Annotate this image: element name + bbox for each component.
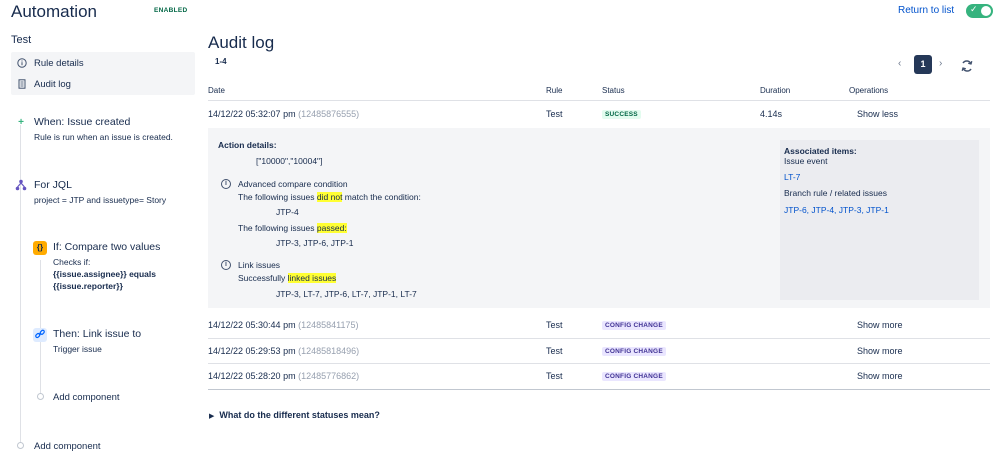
step-title: For JQL — [34, 179, 72, 191]
return-to-list-link[interactable]: Return to list — [898, 5, 954, 16]
row-date: 14/12/22 05:28:20 pm (12485776862) — [208, 371, 360, 381]
link-icon — [33, 328, 47, 342]
status-badge: CONFIG CHANGE — [602, 372, 666, 381]
rule-name: Test — [11, 34, 32, 46]
step-title: If: Compare two values — [53, 241, 161, 253]
column-header-status: Status — [602, 86, 625, 95]
header-divider — [208, 100, 990, 101]
row-rule: Test — [546, 109, 563, 119]
show-more-button[interactable]: Show more — [857, 346, 903, 356]
row-rule: Test — [546, 371, 563, 381]
compare-pass-message: The following issues passed: — [238, 223, 347, 233]
compare-condition-title: Advanced compare condition — [238, 179, 348, 189]
step-description: {{issue.reporter}} — [53, 281, 123, 291]
action-details-label: Action details: — [218, 140, 277, 150]
sidebar-nav: Rule details Audit log — [11, 52, 195, 95]
link-issues-message: Successfully linked issues — [238, 273, 337, 283]
condition-icon: {} — [33, 241, 47, 255]
row-date: 14/12/22 05:30:44 pm (12485841175) — [208, 320, 359, 330]
step-description: project = JTP and issuetype= Story — [34, 195, 167, 205]
associated-branch-label: Branch rule / related issues — [784, 188, 887, 198]
row-date: 14/12/22 05:29:53 pm (12485818496) — [208, 346, 360, 356]
add-component-dot — [17, 442, 24, 449]
results-range: 1-4 — [215, 57, 227, 66]
table-bottom-divider — [208, 389, 990, 390]
status-badge: CONFIG CHANGE — [602, 321, 666, 330]
chevron-right-icon[interactable]: › — [939, 58, 942, 69]
statuses-help-label: What do the different statuses mean? — [219, 410, 380, 420]
statuses-help-expander[interactable]: ▶ What do the different statuses mean? — [209, 410, 380, 420]
chevron-right-icon: ▶ — [209, 413, 215, 420]
add-component-dot — [37, 393, 44, 400]
step-description: {{issue.assignee}} equals — [53, 269, 157, 279]
compare-pass-issues: JTP-3, JTP-6, JTP-1 — [276, 238, 354, 248]
associated-items-title: Associated items: — [784, 146, 857, 156]
action-details-values: ["10000","10004"] — [256, 156, 323, 166]
column-header-duration: Duration — [760, 86, 791, 95]
show-more-button[interactable]: Show more — [857, 371, 903, 381]
column-header-date: Date — [208, 86, 225, 95]
compare-fail-issues: JTP-4 — [276, 207, 299, 217]
show-more-button[interactable]: Show more — [857, 320, 903, 330]
plus-icon: + — [18, 117, 24, 128]
info-icon: i — [221, 260, 231, 270]
info-icon — [17, 58, 27, 68]
row-rule: Test — [546, 346, 563, 356]
row-rule: Test — [546, 320, 563, 330]
status-badge: CONFIG CHANGE — [602, 347, 666, 356]
row-divider — [208, 338, 990, 339]
flow-connector — [20, 125, 21, 445]
app-title: Automation — [11, 2, 97, 21]
sidebar-item-audit-log[interactable]: Audit log — [11, 75, 195, 95]
document-icon — [17, 79, 27, 89]
row-divider — [208, 363, 990, 364]
link-issues-list: JTP-3, LT-7, JTP-6, LT-7, JTP-1, LT-7 — [276, 289, 417, 299]
step-description: Trigger issue — [53, 344, 102, 354]
associated-issue-event: Issue event — [784, 156, 828, 166]
chevron-left-icon[interactable]: ‹ — [898, 58, 901, 69]
step-title: When: Issue created — [34, 116, 131, 128]
branch-icon — [14, 179, 28, 193]
step-description: Checks if: — [53, 257, 91, 267]
step-title: Then: Link issue to — [53, 328, 142, 340]
sidebar-item-rule-details[interactable]: Rule details — [11, 54, 195, 74]
pagination-page-current[interactable]: 1 — [914, 55, 932, 74]
status-badge: SUCCESS — [602, 110, 641, 119]
refresh-icon[interactable] — [960, 59, 974, 76]
column-header-operations: Operations — [849, 86, 889, 95]
compare-fail-message: The following issues did not match the c… — [238, 192, 421, 202]
step-description: Rule is run when an issue is created. — [34, 132, 173, 142]
sidebar-item-label: Audit log — [34, 79, 71, 90]
show-less-button[interactable]: Show less — [857, 109, 898, 119]
add-component-outer[interactable]: Add component — [34, 441, 101, 451]
check-icon: ✓ — [970, 4, 978, 14]
row-duration: 4.14s — [760, 109, 783, 119]
page-title: Audit log — [208, 33, 275, 52]
enabled-badge: ENABLED — [154, 7, 188, 14]
associated-event-item-link[interactable]: LT-7 — [784, 172, 800, 182]
column-header-rule: Rule — [546, 86, 563, 95]
sidebar-item-label: Rule details — [34, 58, 84, 69]
add-component-inner[interactable]: Add component — [53, 392, 120, 403]
toggle-knob — [981, 6, 991, 16]
link-issues-title: Link issues — [238, 260, 281, 270]
info-icon: i — [221, 179, 231, 189]
rule-enabled-toggle[interactable]: ✓ — [966, 4, 993, 18]
associated-branch-items-links[interactable]: JTP-6, JTP-4, JTP-3, JTP-1 — [784, 205, 889, 215]
row-date: 14/12/22 05:32:07 pm (12485876555) — [208, 109, 360, 119]
